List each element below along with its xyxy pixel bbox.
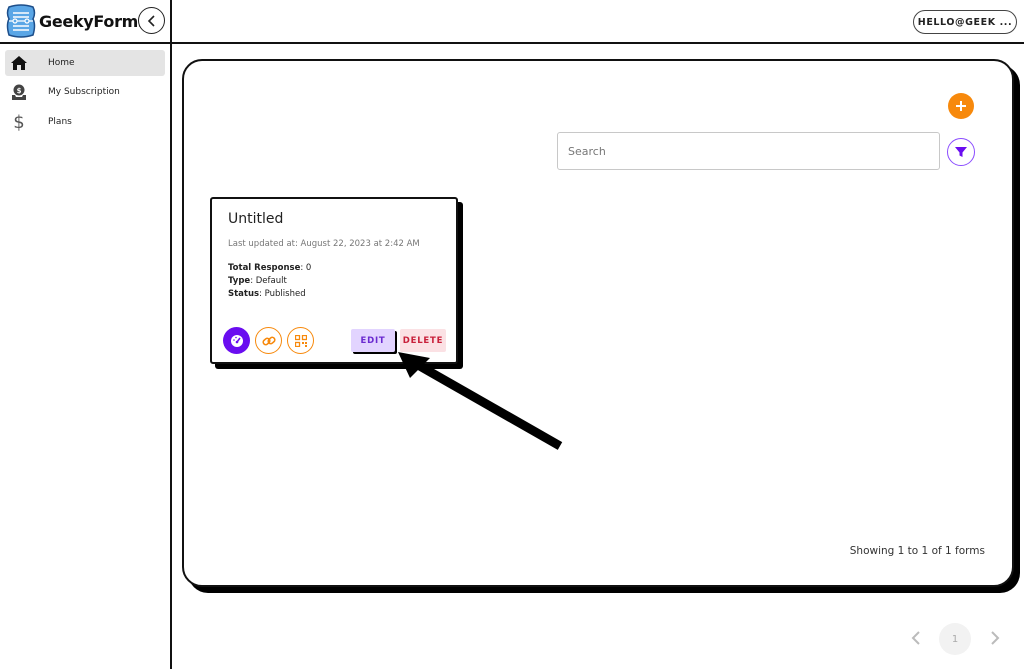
qr-code-button[interactable]: [287, 327, 314, 354]
share-link-button[interactable]: [255, 327, 282, 354]
dashboard-gauge-icon: [230, 334, 243, 347]
home-icon: [9, 53, 29, 73]
top-bar: GeekyForms HELLO@GEEK ...: [0, 0, 1024, 44]
total-response-label: Total Response: [228, 263, 301, 273]
sidebar-item-my-subscription[interactable]: $ My Subscription: [5, 79, 165, 105]
pagination-previous-button[interactable]: [905, 627, 927, 649]
analytics-button[interactable]: [223, 327, 250, 354]
collapse-sidebar-button[interactable]: [138, 7, 165, 34]
sidebar-item-label: My Subscription: [48, 87, 120, 97]
form-title[interactable]: Untitled: [228, 211, 283, 227]
qr-code-icon: [294, 334, 307, 347]
subscription-icon: $: [9, 82, 29, 102]
sidebar-item-label: Home: [48, 58, 75, 68]
search-input[interactable]: [557, 132, 940, 170]
results-summary: Showing 1 to 1 of 1 forms: [849, 545, 985, 557]
chevron-left-icon: [911, 631, 920, 645]
form-last-updated: Last updated at: August 22, 2023 at 2:42…: [228, 239, 420, 249]
edit-button[interactable]: EDIT: [351, 329, 395, 352]
form-type: Type: Default: [228, 276, 287, 286]
dollar-icon: $: [9, 112, 29, 132]
plus-icon: [956, 101, 966, 111]
pagination-next-button[interactable]: [984, 627, 1006, 649]
add-form-button[interactable]: [948, 93, 974, 119]
form-total-response: Total Response: 0: [228, 263, 311, 273]
status-label: Status: [228, 289, 260, 299]
link-icon: [261, 336, 276, 345]
filter-button[interactable]: [947, 138, 975, 166]
chevron-right-icon: [991, 631, 1000, 645]
delete-button[interactable]: DELETE: [400, 329, 446, 352]
svg-text:$: $: [17, 87, 22, 95]
sidebar-divider: [170, 0, 172, 669]
sidebar-item-plans[interactable]: $ Plans: [5, 109, 165, 135]
pagination-page-button[interactable]: 1: [939, 623, 971, 655]
brand[interactable]: GeekyForms: [5, 3, 148, 39]
type-value: : Default: [250, 276, 287, 286]
total-response-value: : 0: [300, 263, 312, 273]
type-label: Type: [228, 276, 251, 286]
user-menu-button[interactable]: HELLO@GEEK ...: [913, 10, 1017, 34]
form-status: Status: Published: [228, 289, 306, 299]
brand-name: GeekyForms: [39, 11, 148, 31]
filter-icon: [955, 147, 967, 157]
svg-text:$: $: [13, 112, 24, 132]
sidebar-item-label: Plans: [48, 117, 72, 127]
geekyforms-logo-icon: [6, 4, 36, 38]
status-value: : Published: [259, 289, 306, 299]
sidebar-item-home[interactable]: Home: [5, 50, 165, 76]
chevron-left-icon: [147, 14, 155, 27]
form-card: Untitled Last updated at: August 22, 202…: [210, 197, 458, 364]
